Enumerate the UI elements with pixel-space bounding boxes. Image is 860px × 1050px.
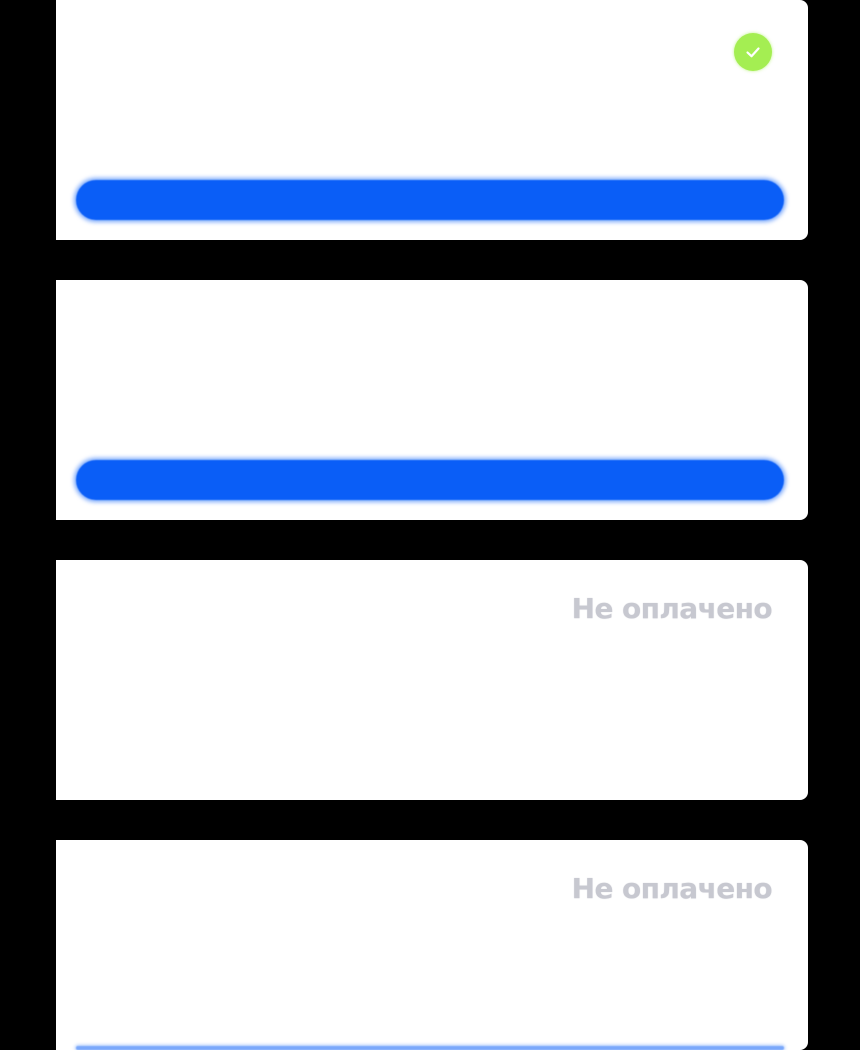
unpaid-status-label: Не оплачено [571, 872, 773, 905]
payment-card [56, 0, 808, 240]
payment-card: Не оплачено [56, 840, 808, 1050]
primary-action-button[interactable] [76, 460, 784, 500]
paid-status-check-icon [734, 33, 772, 71]
payment-card: Не оплачено [56, 560, 808, 800]
payment-card [56, 280, 808, 520]
primary-action-button[interactable] [76, 1046, 784, 1050]
check-icon [746, 47, 760, 58]
unpaid-status-label: Не оплачено [571, 592, 773, 625]
primary-action-button[interactable] [76, 180, 784, 220]
